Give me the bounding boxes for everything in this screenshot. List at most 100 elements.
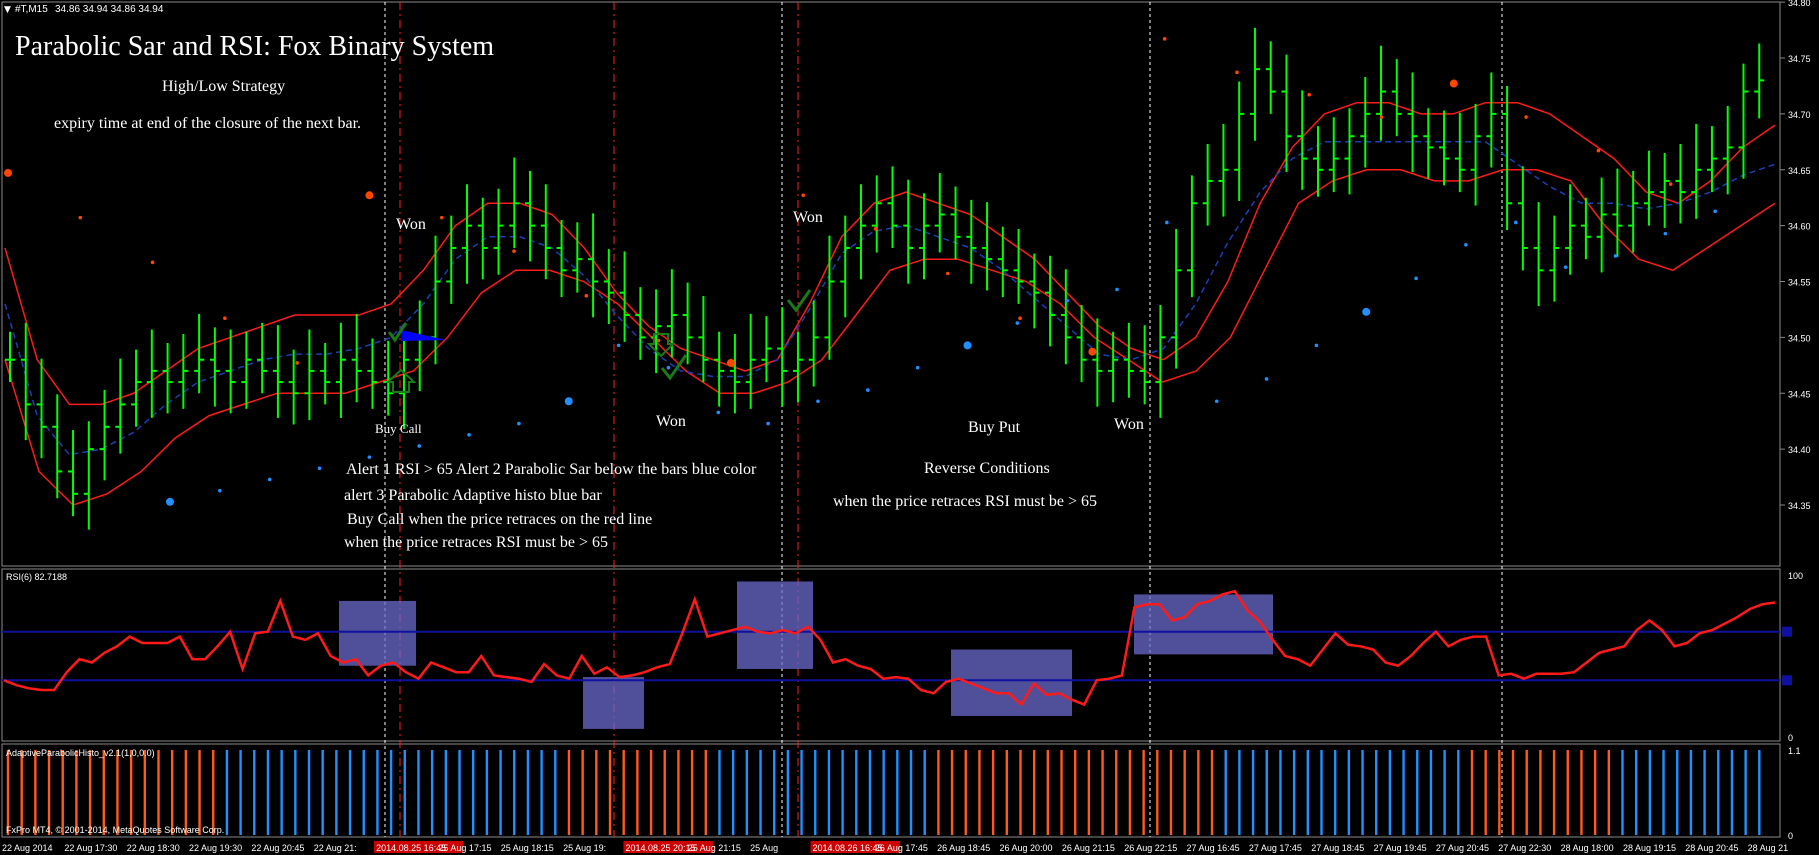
sar-dot-blue [1115,287,1119,292]
strategy-subtitle: High/Low Strategy [162,78,285,95]
y-tick-label: 34.35 [1788,501,1811,511]
adaptive-parabolic-histogram [6,750,1761,835]
x-axis-label: 25 Aug 17:15 [438,843,491,853]
alert-line-3: Buy Call when the price retraces on the … [347,511,652,528]
y-axis-ticks: 34.80 34.75 34.70 34.65 34.60 34.55 34.50 34.45… [1780,0,1811,841]
sar-dot-orange [365,191,374,200]
x-axis-label: 26 Aug 20:00 [1000,843,1053,853]
sar-dot-blue [866,388,870,392]
buy-call-label: Buy Call [375,421,422,436]
sar-dot-orange [1018,316,1022,321]
sar-dot-blue [1713,209,1717,214]
up-arrow-marker [385,368,417,393]
symbol-header: #T,M15 [15,4,48,15]
sar-dot-orange [945,271,950,276]
sar-dot-blue [1663,231,1668,236]
envelope-bands [4,101,1776,506]
x-axis-label: 27 Aug 20:45 [1436,843,1489,853]
sar-dot-blue [517,421,521,426]
sar-dot-blue [666,365,671,370]
sar-dot-orange [801,193,806,198]
x-axis-labels: 22 Aug 2014 22 Aug 17:30 22 Aug 18:30 22 Au… [2,841,1788,853]
trading-chart-window: 34.80 34.75 34.70 34.65 34.60 34.55 34.50 34.45… [1,0,1811,853]
sar-dot-blue [1362,307,1371,316]
x-axis-label: 22 Aug 19:30 [189,843,242,853]
x-axis-label: 28 Aug 19:15 [1623,843,1676,853]
midline-dashed [4,141,1776,456]
x-axis-label: 28 Aug 18:00 [1561,843,1614,853]
sar-dot-orange [1235,70,1239,75]
buy-put-label: Buy Put [968,419,1021,436]
chart-title: Parabolic Sar and RSI: Fox Binary System [15,31,494,62]
x-axis-label: 22 Aug 2014 [2,843,53,853]
sar-dot-blue [1264,377,1269,381]
sar-dot-orange [4,168,12,177]
y-tick-label: 34.65 [1788,166,1811,176]
reverse-line: when the price retraces RSI must be > 65 [833,493,1097,510]
rsi-level-handle [1782,675,1792,686]
sar-dot-orange [1379,115,1384,119]
sar-dot-blue [1464,243,1468,247]
histo-title: AdaptiveParabolicHisto_v2.1(1,0,0.0) [6,748,155,758]
sar-dot-blue [766,421,770,426]
copyright-text: FxPro MT4, © 2001-2014, MetaQuotes Softw… [6,825,224,835]
alert-line-1: Alert 1 RSI > 65 Alert 2 Parabolic Sar b… [346,461,757,478]
rsi-level-handle [1782,626,1792,637]
alert-line-2: alert 3 Parabolic Adaptive histo blue ba… [344,487,602,504]
rsi-y-tick-label: 100 [1788,571,1803,581]
sar-dot-blue [816,399,820,404]
reverse-title: Reverse Conditions [924,460,1050,477]
x-axis-label: 27 Aug 19:45 [1374,843,1427,853]
sar-dot-orange [1449,79,1458,88]
won-label-1: Won [396,216,426,233]
rsi-line [2,589,1792,707]
rsi-highlight-box [339,600,416,666]
y-tick-label: 34.40 [1788,445,1811,455]
alert-line-4: when the price retraces RSI must be > 65 [344,534,608,551]
x-axis-label: 26 Aug 22:15 [1124,843,1177,853]
sar-dot-orange [223,316,227,321]
sar-dot-orange [150,260,155,265]
x-axis-label: 25 Aug 21:15 [688,843,741,853]
y-tick-label: 34.80 [1788,0,1811,8]
sar-dot-blue [1015,321,1020,325]
x-axis-label: 22 Aug 18:30 [127,843,180,853]
x-axis-label: 27 Aug 22:30 [1498,843,1551,853]
x-axis-label: 28 Aug 20:45 [1685,843,1738,853]
rsi-frame [1,568,1781,742]
sar-dot-blue [467,432,471,437]
sar-dot-blue [1065,298,1069,303]
y-tick-label: 34.60 [1788,222,1811,232]
x-axis-label: 22 Aug 20:45 [251,843,304,853]
dropdown-triangle-icon[interactable]: ▼ [4,5,11,15]
expiry-note: expiry time at end of the closure of the… [54,115,361,132]
x-axis-label: 26 Aug 18:45 [937,843,990,853]
x-axis-label: 28 Aug 21 [1748,843,1789,853]
y-tick-label: 34.75 [1788,54,1811,64]
x-axis-label: 27 Aug 16:45 [1187,843,1240,853]
sar-dot-orange [439,215,444,220]
sar-dot-blue [267,477,272,482]
sar-dot-blue [1613,254,1618,258]
rsi-boxes [339,581,1273,729]
blue-arrow-marker [401,330,446,341]
rsi-highlight-box [737,581,813,669]
sar-dot-blue [317,466,322,471]
sar-dot-orange [584,294,589,298]
sar-dot-orange [726,358,735,367]
sar-dot-blue [1214,399,1219,404]
sar-dot-blue [218,488,222,493]
histo-y-tick-label: 0 [1788,831,1793,841]
y-tick-label: 34.45 [1788,389,1811,399]
y-tick-label: 34.70 [1788,110,1811,120]
sar-dot-orange [295,361,299,365]
x-axis-label: 2014.08.26 16:45 [812,843,882,853]
rsi-series-line [3,589,1776,707]
x-axis-label: 27 Aug 17:45 [1249,843,1302,853]
lower-envelope-line [4,169,1776,506]
sar-dot-blue [166,497,174,506]
sar-dot-orange [1088,347,1097,356]
x-axis-label: 22 Aug 17:30 [64,843,117,853]
x-axis-label: 2014.08.25 20:15 [625,843,695,853]
sar-dot-orange [1307,92,1312,97]
